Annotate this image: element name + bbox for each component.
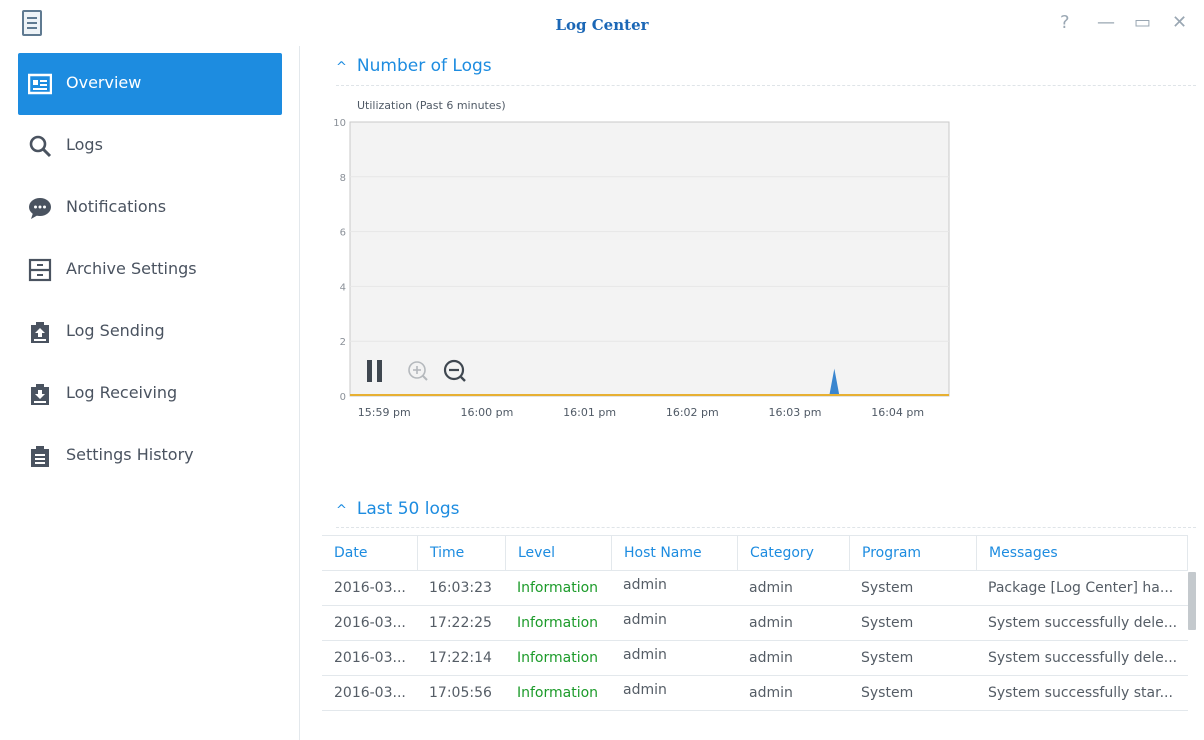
cell-messages: System successfully dele... [988,615,1178,631]
sidebar-item-archive-settings[interactable]: Archive Settings [18,239,282,301]
sidebar-item-label: Log Sending [66,321,165,340]
cell-level: Information [517,685,599,701]
sidebar-item-overview[interactable]: Overview [18,53,282,115]
cell-host-name: admin [623,612,667,628]
window-title: Log Center [555,16,649,34]
section-title: Number of Logs [356,56,492,76]
archive-icon [28,258,52,282]
sidebar-item-settings-history[interactable]: Settings History [18,425,282,487]
cell-messages: System successfully dele... [988,650,1178,666]
y-axis: 0 2 4 6 8 10 [333,118,346,403]
last-50-logs-header[interactable]: ^ Last 50 logs [336,499,460,519]
y-tick-label: 0 [340,392,346,403]
cell-time: 17:22:14 [429,650,492,666]
scrollbar-thumb[interactable] [1188,572,1196,630]
section-divider [336,527,1196,528]
overview-icon [28,73,52,95]
sidebar-item-label: Overview [66,73,142,92]
chart-title: Utilization (Past 6 minutes) [357,99,506,112]
sidebar-item-logs[interactable]: Logs [18,115,282,177]
close-button[interactable]: ✕ [1172,13,1187,33]
sidebar-item-log-sending[interactable]: Log Sending [18,301,282,363]
column-header-level[interactable]: Level [505,536,611,571]
x-tick-label: 16:04 pm [871,406,924,419]
cell-time: 16:03:23 [429,580,492,596]
logs-table: Date Time Level Host Name Category Progr… [322,535,1188,711]
clipboard-download-icon [31,384,49,405]
cell-level: Information [517,615,599,631]
x-tick-label: 15:59 pm [358,406,411,419]
table-row[interactable]: 2016-03... 17:05:56 Information admin admin S… [322,676,1188,711]
table-body: 2016-03... 16:03:23 Information admin admin S… [322,571,1188,711]
collapse-caret-icon: ^ [336,503,347,518]
column-header-host-name[interactable]: Host Name [611,536,737,571]
cell-date: 2016-03... [334,580,406,596]
plot-area [349,121,950,397]
cell-program: System [861,615,914,631]
x-tick-label: 16:01 pm [563,406,616,419]
collapse-caret-icon: ^ [336,60,347,75]
cell-messages: Package [Log Center] ha... [988,580,1174,596]
clipboard-upload-icon [31,322,49,343]
cell-date: 2016-03... [334,650,406,666]
x-tick-label: 16:00 pm [460,406,513,419]
cell-category: admin [749,615,793,631]
y-tick-label: 10 [333,118,346,129]
x-tick-label: 16:03 pm [769,406,822,419]
y-tick-label: 8 [340,173,346,184]
y-tick-label: 6 [340,228,346,239]
maximize-button[interactable]: ▭ [1134,13,1151,33]
x-tick-label: 16:02 pm [666,406,719,419]
minimize-button[interactable]: — [1097,13,1115,33]
column-header-messages[interactable]: Messages [976,536,1188,571]
table-row[interactable]: 2016-03... 16:03:23 Information admin admin S… [322,571,1188,606]
number-of-logs-header[interactable]: ^ Number of Logs [336,56,492,76]
sidebar-item-log-receiving[interactable]: Log Receiving [18,363,282,425]
chat-bubble-icon [29,198,51,219]
cell-program: System [861,580,914,596]
table-row[interactable]: 2016-03... 17:22:25 Information admin admin S… [322,606,1188,641]
cell-host-name: admin [623,682,667,698]
cell-host-name: admin [623,577,667,593]
table-header: Date Time Level Host Name Category Progr… [322,535,1188,571]
cell-messages: System successfully star... [988,685,1173,701]
cell-program: System [861,650,914,666]
column-header-category[interactable]: Category [737,536,849,571]
cell-host-name: admin [623,647,667,663]
cell-category: admin [749,580,793,596]
cell-program: System [861,685,914,701]
cell-date: 2016-03... [334,685,406,701]
cell-category: admin [749,650,793,666]
sidebar-item-label: Archive Settings [66,259,197,278]
table-scrollbar[interactable] [1188,572,1198,712]
y-tick-label: 4 [340,282,346,293]
cell-level: Information [517,580,599,596]
column-header-time[interactable]: Time [417,536,505,571]
clipboard-list-icon [31,446,49,467]
cell-date: 2016-03... [334,615,406,631]
cell-time: 17:05:56 [429,685,492,701]
sidebar-item-label: Log Receiving [66,383,178,402]
utilization-chart: 0 2 4 6 8 10 15:59 pm 16:00 pm 16:01 pm 16:02 pm… [333,118,950,419]
cell-category: admin [749,685,793,701]
help-button[interactable]: ? [1060,13,1070,33]
sidebar-item-notifications[interactable]: Notifications [18,177,282,239]
search-icon [29,135,52,158]
column-header-date[interactable]: Date [322,536,417,571]
section-title: Last 50 logs [356,499,460,519]
sidebar: Overview Logs Notifications Archive Sett… [0,46,300,740]
cell-level: Information [517,650,599,666]
cell-time: 17:22:25 [429,615,492,631]
x-axis: 15:59 pm 16:00 pm 16:01 pm 16:02 pm 16:03 pm… [358,406,924,419]
section-divider [336,85,1196,86]
sidebar-item-label: Settings History [66,445,194,464]
table-row[interactable]: 2016-03... 17:22:14 Information admin admin S… [322,641,1188,676]
title-bar: Log Center ? — ▭ ✕ [0,0,1204,46]
sidebar-item-label: Notifications [66,197,167,216]
sidebar-item-label: Logs [66,135,103,154]
y-tick-label: 2 [340,337,346,348]
column-header-program[interactable]: Program [849,536,976,571]
